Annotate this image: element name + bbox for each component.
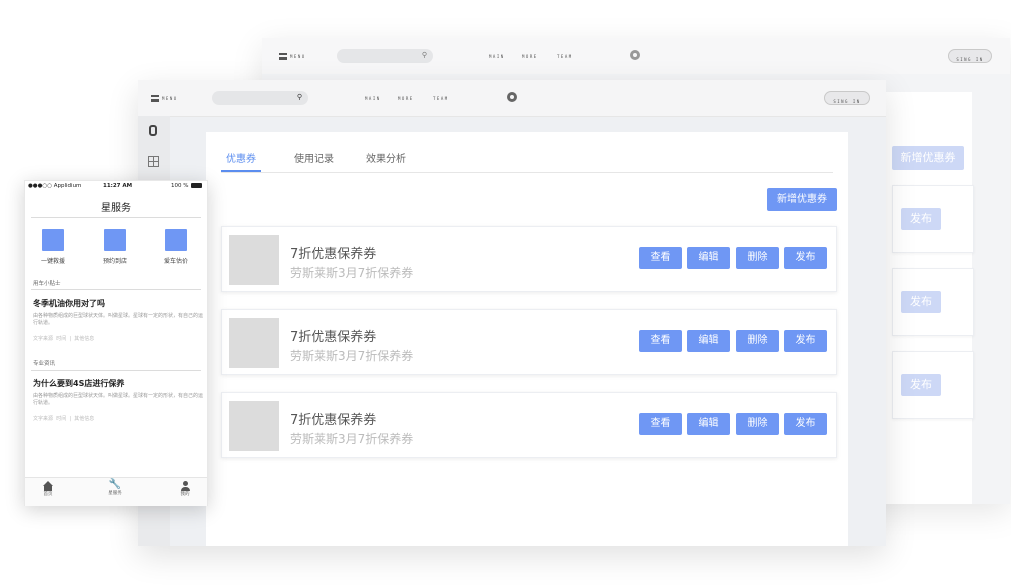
tab-effect-analysis[interactable]: 效果分析 <box>366 150 406 165</box>
tab-usage-records[interactable]: 使用记录 <box>294 150 334 165</box>
coupon-card: 7折优惠保养券 劳斯莱斯3月7折保养券 查看 编辑 删除 发布 <box>221 309 837 375</box>
app-title: 星服务 <box>101 203 131 214</box>
grid-icon[interactable] <box>148 156 159 167</box>
logo-icon <box>507 92 517 102</box>
status-bar: ●●●○○ Applidium 11:27 AM 100 % <box>25 181 207 191</box>
coupon-subtitle: 劳斯莱斯3月7折保养券 <box>290 266 414 280</box>
coupon-card: 7折优惠保养券 劳斯莱斯3月7折保养券 查看 编辑 删除 发布 <box>221 226 837 292</box>
section-heading: 用车小贴士 <box>33 281 61 287</box>
menu-label: MENU <box>290 54 306 59</box>
main-window: MENU ⚲ MAIN MORE TEAM SING IN 优惠券 使用记录 效… <box>138 80 886 546</box>
user-icon <box>182 481 188 486</box>
back-publish-button[interactable]: 发布 <box>901 291 941 313</box>
sign-in-button[interactable]: SING IN <box>824 91 870 105</box>
nav-link-team[interactable]: TEAM <box>557 54 573 59</box>
article-body: 由各种物质组成的巨型球状天体。叫做星球。星球有一定的形状，有自己的运行轨道。 <box>33 313 204 326</box>
nav-link-team[interactable]: TEAM <box>433 96 449 101</box>
coupon-title: 7折优惠保养券 <box>290 330 377 345</box>
view-button[interactable]: 查看 <box>639 413 682 435</box>
carrier-text: ●●●○○ Applidium <box>28 183 82 189</box>
coupon-subtitle: 劳斯莱斯3月7折保养券 <box>290 349 414 363</box>
publish-button[interactable]: 发布 <box>784 330 827 352</box>
edit-button[interactable]: 编辑 <box>687 330 730 352</box>
tab-mine[interactable]: 我的 <box>165 481 205 497</box>
article-title[interactable]: 冬季机油你用对了吗 <box>33 298 105 309</box>
valuation-icon[interactable] <box>165 229 187 251</box>
mobile-app-preview: ●●●○○ Applidium 11:27 AM 100 % 星服务 一键救援 … <box>24 180 208 506</box>
coupon-subtitle: 劳斯莱斯3月7折保养券 <box>290 432 414 446</box>
menu-icon[interactable] <box>279 53 287 60</box>
edit-button[interactable]: 编辑 <box>687 247 730 269</box>
menu-icon[interactable] <box>151 95 159 102</box>
article-meta: 文字来源 时间 | 其他信息 <box>33 336 95 342</box>
tab-bar: 优惠券 使用记录 效果分析 <box>221 150 833 173</box>
article-meta: 文字来源 时间 | 其他信息 <box>33 416 95 422</box>
nav-link-main[interactable]: MAIN <box>489 54 505 59</box>
appointment-icon[interactable] <box>104 229 126 251</box>
back-add-coupon-button[interactable]: 新增优惠券 <box>892 146 964 170</box>
view-button[interactable]: 查看 <box>639 330 682 352</box>
back-nav-bar: MENU ⚲ MAIN MORE TEAM SING IN <box>262 38 1010 74</box>
battery-text: 100 % <box>171 183 189 189</box>
back-coupon-card: 发布 <box>892 268 974 336</box>
back-publish-button[interactable]: 发布 <box>901 208 941 230</box>
wrench-icon: 🔧 <box>108 479 122 490</box>
coupon-thumbnail <box>229 401 279 451</box>
nav-link-more[interactable]: MORE <box>522 54 538 59</box>
divider <box>31 217 201 218</box>
tab-star-service[interactable]: 🔧 星服务 <box>95 479 135 496</box>
search-input[interactable]: ⚲ <box>212 91 308 105</box>
back-search-input[interactable]: ⚲ <box>337 49 433 63</box>
coupon-thumbnail <box>229 235 279 285</box>
tab-home[interactable]: 首页 <box>28 481 68 497</box>
divider <box>31 289 201 290</box>
view-button[interactable]: 查看 <box>639 247 682 269</box>
search-icon: ⚲ <box>296 93 302 101</box>
coupon-title: 7折优惠保养券 <box>290 247 377 262</box>
back-coupon-card: 发布 <box>892 351 974 419</box>
back-coupon-card: 发布 <box>892 185 974 253</box>
divider <box>31 370 201 371</box>
coupon-panel: 优惠券 使用记录 效果分析 新增优惠券 7折优惠保养券 劳斯莱斯3月7折保养券 … <box>206 132 848 546</box>
edit-button[interactable]: 编辑 <box>687 413 730 435</box>
tab-coupons[interactable]: 优惠券 <box>226 150 256 165</box>
publish-button[interactable]: 发布 <box>784 413 827 435</box>
delete-button[interactable]: 删除 <box>736 330 779 352</box>
back-sign-in-button[interactable]: SING IN <box>948 49 992 63</box>
delete-button[interactable]: 删除 <box>736 247 779 269</box>
main-nav-bar: MENU ⚲ MAIN MORE TEAM SING IN <box>138 80 886 117</box>
article-title[interactable]: 为什么要到4S店进行保养 <box>33 378 124 389</box>
back-publish-button[interactable]: 发布 <box>901 374 941 396</box>
coupon-thumbnail <box>229 318 279 368</box>
section-heading: 专业资讯 <box>33 361 56 367</box>
coupon-card: 7折优惠保养券 劳斯莱斯3月7折保养券 查看 编辑 删除 发布 <box>221 392 837 458</box>
search-icon: ⚲ <box>421 51 427 59</box>
rescue-icon[interactable] <box>42 229 64 251</box>
quick-action-label: 一键救援 <box>40 258 65 265</box>
battery-icon <box>191 183 202 188</box>
add-coupon-button[interactable]: 新增优惠券 <box>767 188 837 211</box>
logo-icon <box>630 50 640 60</box>
menu-label: MENU <box>162 96 178 101</box>
coupon-title: 7折优惠保养券 <box>290 413 377 428</box>
quick-action-label: 爱车估价 <box>163 258 188 265</box>
quick-action-label: 预约到店 <box>102 258 127 265</box>
status-time: 11:27 AM <box>103 183 133 189</box>
publish-button[interactable]: 发布 <box>784 247 827 269</box>
bottom-tab-bar: 首页 🔧 星服务 我的 <box>25 477 207 506</box>
device-icon[interactable] <box>149 125 157 136</box>
article-body: 由各种物质组成的巨型球状天体。叫做星球。星球有一定的形状，有自己的运行轨道。 <box>33 393 204 406</box>
delete-button[interactable]: 删除 <box>736 413 779 435</box>
active-tab-indicator <box>221 170 261 172</box>
nav-link-main[interactable]: MAIN <box>365 96 381 101</box>
nav-link-more[interactable]: MORE <box>398 96 414 101</box>
